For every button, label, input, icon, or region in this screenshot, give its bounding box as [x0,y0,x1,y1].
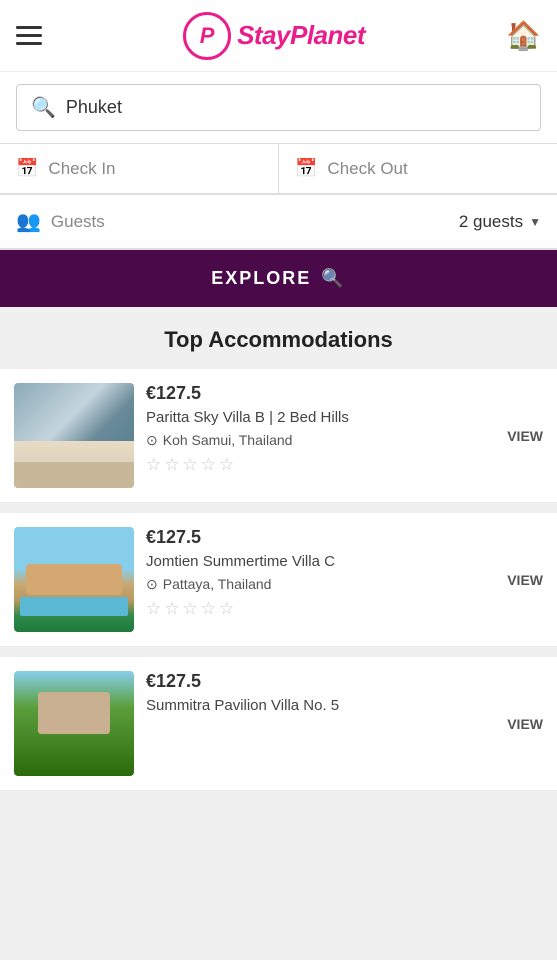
accommodations-section: Top Accommodations €127.5 Paritta Sky Vi… [0,307,557,821]
checkout-label: Check Out [327,159,407,179]
accommodation-name-1: Paritta Sky Villa B | 2 Bed Hills [146,408,481,428]
accommodation-card-2: €127.5 Jomtien Summertime Villa C ⊙ Patt… [0,513,557,647]
guests-label: Guests [51,212,105,232]
accommodation-actions-3: VIEW [493,712,543,736]
dropdown-arrow-icon: ▼ [529,215,541,229]
guests-icon: 👥 [16,209,41,234]
checkout-field[interactable]: 📅 Check Out [279,144,557,193]
view-button-1[interactable]: VIEW [507,424,543,448]
accommodation-name-2: Jomtien Summertime Villa C [146,552,481,572]
star-2: ☆ [164,455,179,475]
search-section: 🔍 [0,72,557,144]
accommodation-info-3: €127.5 Summitra Pavilion Villa No. 5 [146,671,481,726]
hamburger-menu[interactable] [16,26,42,45]
accommodation-info-2: €127.5 Jomtien Summertime Villa C ⊙ Patt… [146,527,481,619]
search-icon: 🔍 [31,95,56,120]
accommodation-card-1: €127.5 Paritta Sky Villa B | 2 Bed Hills… [0,369,557,503]
explore-search-icon: 🔍 [321,268,345,289]
star-3: ☆ [183,599,198,619]
logo-circle: P [183,12,231,60]
checkin-field[interactable]: 📅 Check In [0,144,279,193]
location-icon-1: ⊙ [146,432,158,449]
home-icon[interactable]: 🏠 [506,19,541,52]
section-title: Top Accommodations [0,327,557,353]
view-button-2[interactable]: VIEW [507,568,543,592]
star-5: ☆ [219,455,234,475]
accommodation-stars-1: ☆ ☆ ☆ ☆ ☆ [146,455,481,475]
star-5: ☆ [219,599,234,619]
guests-selector[interactable]: 2 guests ▼ [459,212,541,232]
accommodation-image-2 [14,527,134,632]
accommodation-image-3 [14,671,134,776]
accommodation-actions-1: VIEW [493,424,543,448]
guests-count: 2 guests [459,212,523,232]
accommodation-actions-2: VIEW [493,568,543,592]
search-input[interactable] [66,97,526,118]
explore-button[interactable]: EXPLORE 🔍 [0,250,557,307]
checkin-label: Check In [48,159,115,179]
accommodation-location-2: ⊙ Pattaya, Thailand [146,576,481,593]
accommodation-price-1: €127.5 [146,383,481,404]
accommodation-price-3: €127.5 [146,671,481,692]
star-2: ☆ [164,599,179,619]
star-1: ☆ [146,599,161,619]
accommodation-name-3: Summitra Pavilion Villa No. 5 [146,696,481,716]
view-button-3[interactable]: VIEW [507,712,543,736]
explore-label: EXPLORE [211,268,311,289]
accommodation-price-2: €127.5 [146,527,481,548]
app-header: P StayPlanet 🏠 [0,0,557,72]
logo-letter: P [200,23,215,49]
star-4: ☆ [201,599,216,619]
accommodation-stars-2: ☆ ☆ ☆ ☆ ☆ [146,599,481,619]
guests-left: 👥 Guests [16,209,105,234]
date-row: 📅 Check In 📅 Check Out [0,144,557,195]
accommodation-image-1 [14,383,134,488]
accommodation-location-1: ⊙ Koh Samui, Thailand [146,432,481,449]
checkout-calendar-icon: 📅 [295,158,317,179]
accommodation-info-1: €127.5 Paritta Sky Villa B | 2 Bed Hills… [146,383,481,475]
location-icon-2: ⊙ [146,576,158,593]
star-3: ☆ [183,455,198,475]
logo-text: StayPlanet [237,20,365,51]
checkin-calendar-icon: 📅 [16,158,38,179]
accommodation-card-3: €127.5 Summitra Pavilion Villa No. 5 VIE… [0,657,557,791]
star-1: ☆ [146,455,161,475]
location-text-1: Koh Samui, Thailand [163,432,293,448]
star-4: ☆ [201,455,216,475]
guests-row: 👥 Guests 2 guests ▼ [0,195,557,250]
location-text-2: Pattaya, Thailand [163,576,272,592]
search-box[interactable]: 🔍 [16,84,541,131]
logo: P StayPlanet [183,12,365,60]
